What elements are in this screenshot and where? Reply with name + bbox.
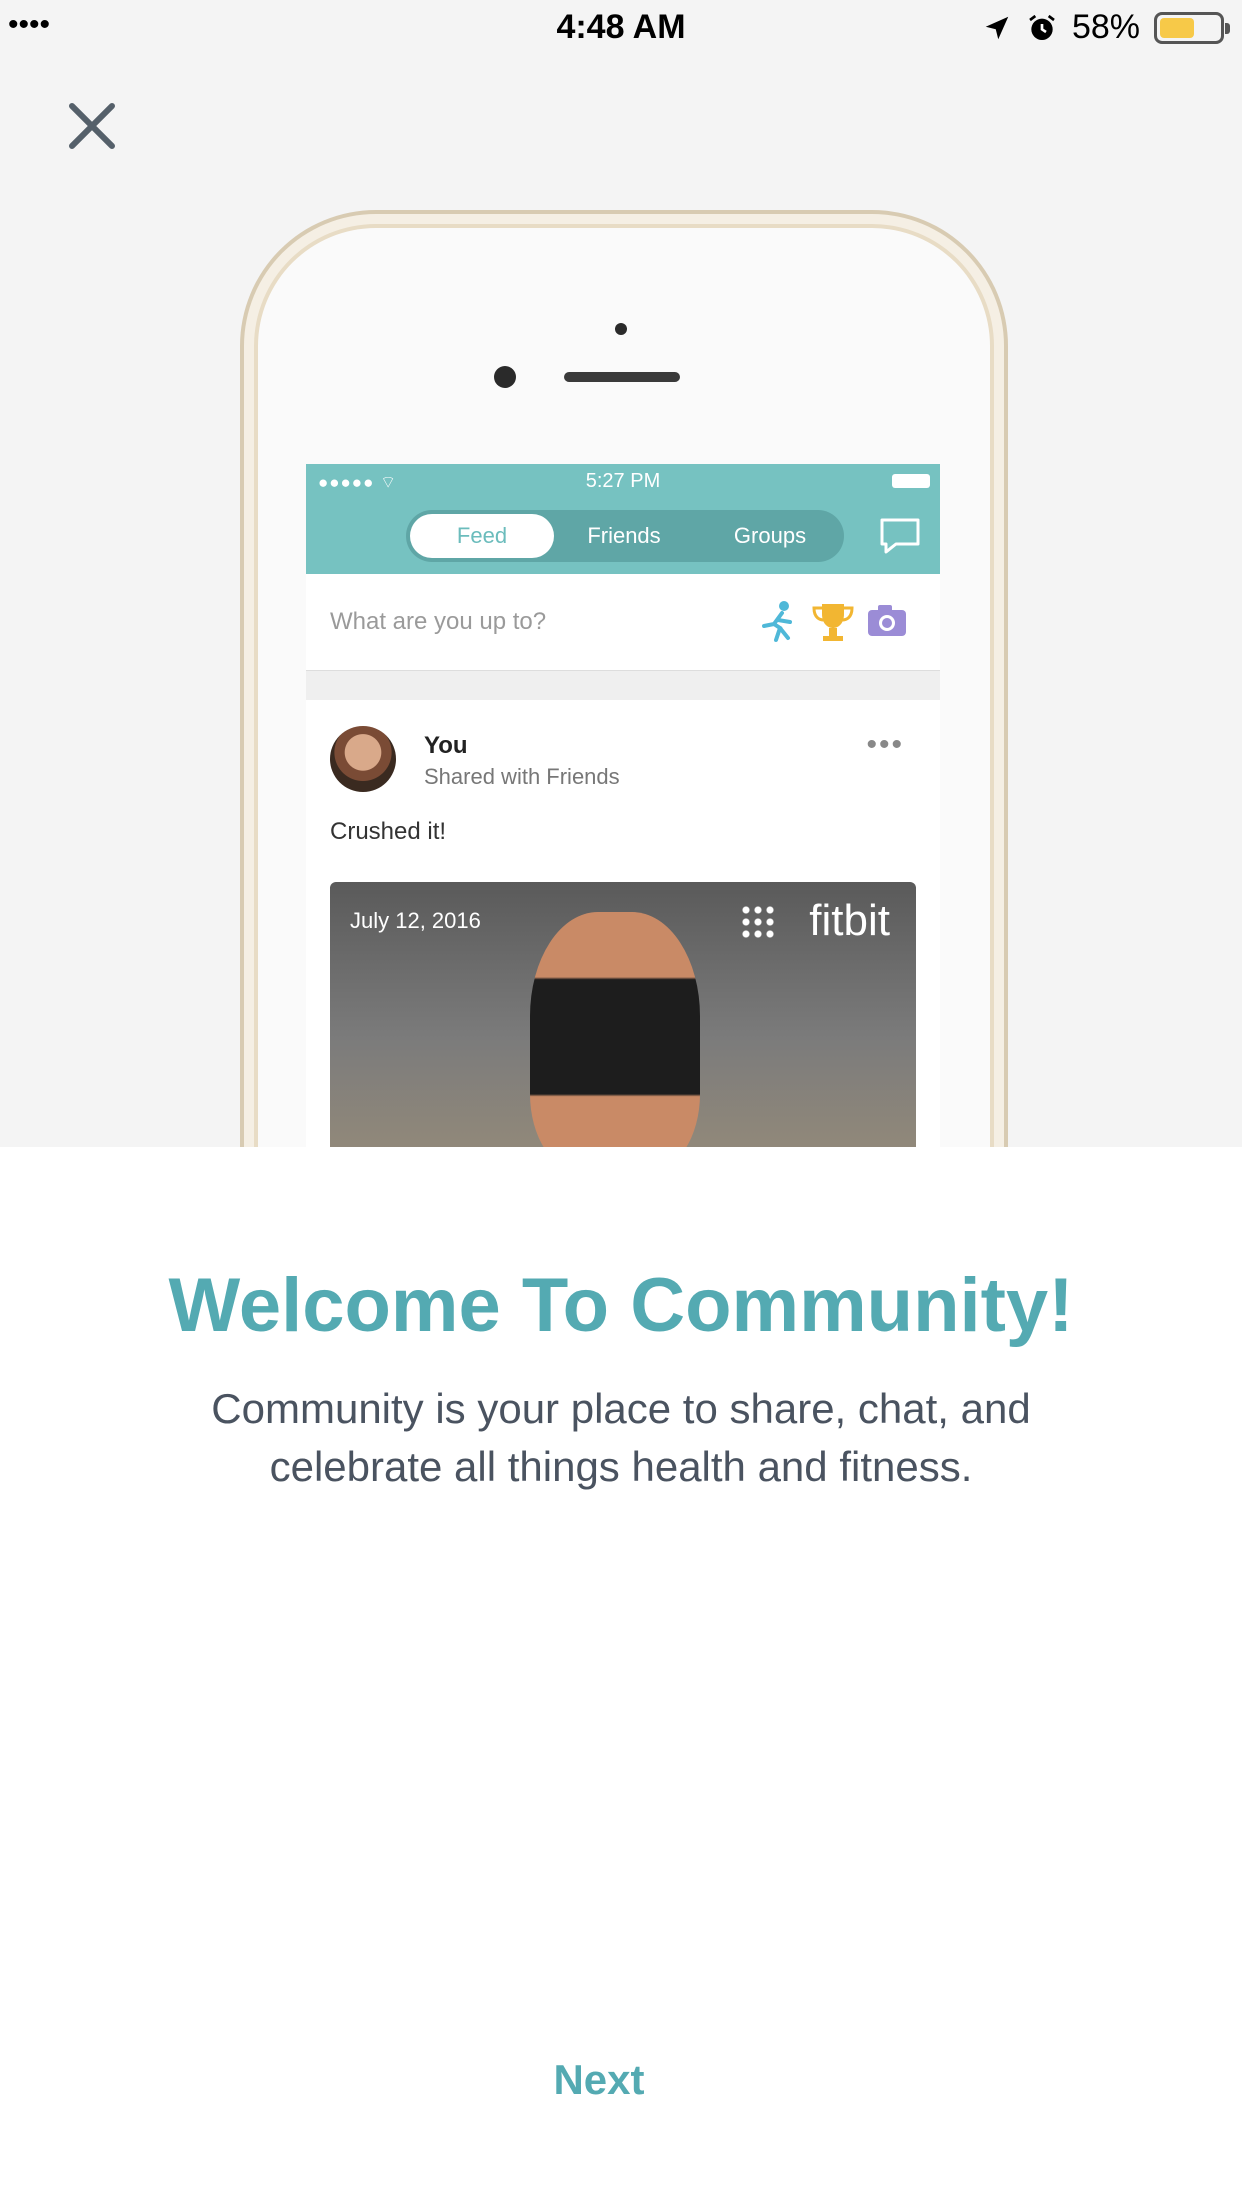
next-button[interactable]: Next [6,2008,1192,2148]
battery-icon [1154,11,1230,44]
status-icons: 58% [982,8,1230,47]
runner-figure [530,912,700,1147]
battery-fill [1160,17,1194,38]
post-message: Crushed it! [330,818,447,845]
post-author: You [424,732,468,759]
screen-battery-icon [892,474,930,488]
post-visibility: Shared with Friends [424,764,620,789]
next-button-label: Next [553,2056,645,2103]
more-options-icon: ••• [866,728,904,761]
tab-groups: Groups [733,523,807,548]
alarm-icon [1029,14,1055,40]
tab-feed: Feed [410,514,554,558]
page-description: Community is your place to share, chat, … [211,1385,1031,1490]
phone-camera [494,366,516,388]
phone-illustration: ●●●●● ⌔ 5:27 PM Feed Friends Groups What… [258,228,990,1147]
battery-percent: 58% [1071,8,1140,46]
compose-bar: What are you up to? [306,574,940,671]
compose-placeholder: What are you up to? [330,608,547,635]
phone-sensor [615,323,627,335]
page-title: Welcome To Community! [168,1263,1074,1348]
photo-brand: fitbit [809,896,890,945]
photo-date: July 12, 2016 [350,908,481,933]
phone-screen: ●●●●● ⌔ 5:27 PM Feed Friends Groups What… [306,464,940,1147]
post-photo: July 12, 2016 fitbit [330,882,916,1147]
close-icon [69,103,115,149]
avatar [330,726,396,792]
camera-icon [868,605,906,636]
location-icon [985,16,1009,39]
trophy-icon [812,604,854,641]
feed-post: You Shared with Friends ••• Crushed it! … [306,700,940,1147]
close-button[interactable] [66,100,118,152]
fitbit-logo-icon [740,904,776,940]
hero-illustration-area: ●●●●● ⌔ 5:27 PM Feed Friends Groups What… [0,52,1242,1147]
status-bar: •••• 4:48 AM 58% [0,0,1242,52]
feed-tabs: Feed Friends Groups [406,510,844,562]
chat-bubble-icon [880,518,920,554]
runner-icon [762,601,792,642]
tab-friends: Friends [587,523,661,548]
phone-speaker [564,372,680,382]
app-header: ●●●●● ⌔ 5:27 PM Feed Friends Groups [306,464,940,574]
screen-time: 5:27 PM [585,470,661,492]
